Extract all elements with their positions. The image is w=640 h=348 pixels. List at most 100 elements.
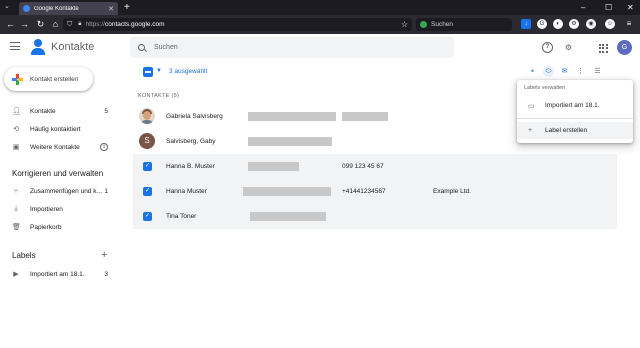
settings-icon[interactable]: ⚙ bbox=[563, 42, 574, 53]
create-contact-label: Kontakt erstellen bbox=[30, 75, 79, 83]
selected-count: 3 ausgewählt bbox=[169, 68, 208, 75]
extension-icon[interactable]: ◐ bbox=[553, 19, 563, 29]
table-row[interactable]: ✓ Hanna B. Muster 099 123 45 67 bbox=[133, 154, 617, 179]
minimize-button[interactable]: – bbox=[581, 2, 585, 13]
browser-search-placeholder: Suchen bbox=[431, 21, 454, 28]
label-menu-item-imported[interactable]: ▭ Importiert am 18.1. bbox=[517, 97, 633, 114]
sidebar-item-label-imported[interactable]: ▶ Importiert am 18.1. 3 bbox=[0, 265, 115, 283]
forward-icon[interactable]: → bbox=[18, 18, 31, 31]
sidebar-item-label: Weitere Kontakte bbox=[30, 143, 80, 151]
search-placeholder: Suchen bbox=[154, 44, 178, 51]
tab-title: Google Kontakte bbox=[34, 5, 79, 12]
sidebar-item-label: Häufig kontaktiert bbox=[30, 125, 81, 133]
address-bar[interactable]: ⛉ 🔒︎ https://contacts.google.com ☆ bbox=[63, 18, 412, 31]
contacts-favicon-icon bbox=[23, 5, 30, 12]
sidebar-item-import[interactable]: ⤓ Importieren bbox=[0, 200, 115, 218]
label-menu-title: Labels verwalten bbox=[524, 85, 566, 91]
label-menu-item-label: Importiert am 18.1. bbox=[545, 102, 600, 109]
contact-photo bbox=[139, 108, 155, 124]
row-checkbox[interactable]: ✓ bbox=[143, 187, 152, 196]
contact-name: Hanna B. Muster bbox=[166, 163, 215, 170]
sidebar-item-other-contacts[interactable]: ▣ Weitere Kontakte i bbox=[0, 138, 115, 156]
tracking-shield-icon[interactable]: ⛉ bbox=[67, 21, 72, 29]
row-checkbox[interactable]: ✓ bbox=[143, 212, 152, 221]
tab-close-icon[interactable]: ✕ bbox=[108, 5, 114, 13]
colorful-plus-icon bbox=[12, 73, 23, 85]
label-manage-icon[interactable]: ⬭ bbox=[543, 66, 554, 77]
browser-search-field[interactable]: Suchen bbox=[416, 18, 512, 31]
trash-icon: 🗑︎ bbox=[12, 224, 21, 231]
tab-list-icon[interactable]: ⌄ bbox=[4, 2, 10, 10]
search-icon[interactable] bbox=[138, 44, 145, 51]
label-menu-item-label: Label erstellen bbox=[545, 127, 588, 134]
info-icon[interactable]: i bbox=[100, 143, 108, 151]
contacts-logo-icon bbox=[31, 39, 45, 55]
contact-phone: 099 123 45 67 bbox=[342, 163, 384, 170]
contact-name: Gabriela Salvisberg bbox=[166, 113, 223, 120]
browser-titlebar: ⌄ Google Kontakte ✕ + – ☐ ✕ bbox=[0, 0, 640, 15]
table-row[interactable]: ✓ Hanna Muster +41441234567 Example Ltd. bbox=[133, 179, 617, 204]
history-icon: ⟲ bbox=[13, 126, 19, 133]
home-icon[interactable]: ⌂ bbox=[49, 18, 62, 31]
contact-name: Hanna Muster bbox=[166, 188, 207, 195]
sidebar-item-label: Importiert am 18.1. bbox=[30, 270, 85, 278]
bookmark-star-icon[interactable]: ☆ bbox=[401, 20, 408, 29]
redacted-email bbox=[248, 137, 332, 146]
sidebar-item-count: 1 bbox=[104, 187, 108, 195]
inbox-icon: ▣ bbox=[12, 144, 20, 151]
browser-tab[interactable]: Google Kontakte ✕ bbox=[19, 2, 118, 15]
extension-icon[interactable]: ⚙ bbox=[569, 19, 579, 29]
list-header: KONTAKTE (5) bbox=[138, 93, 180, 99]
account-icon[interactable]: ☺ bbox=[605, 19, 615, 29]
help-icon[interactable]: ? bbox=[542, 42, 553, 53]
search-engine-icon bbox=[420, 21, 427, 28]
email-icon[interactable]: ✉ bbox=[559, 66, 570, 77]
menu-icon[interactable]: ≡ bbox=[624, 19, 634, 29]
app-header: Kontakte Suchen ? ⚙ G bbox=[0, 34, 640, 62]
extension-icon[interactable]: G bbox=[537, 19, 547, 29]
google-apps-icon[interactable] bbox=[597, 42, 608, 53]
sidebar-item-label: Kontakte bbox=[30, 107, 56, 115]
sidebar-item-count: 3 bbox=[104, 270, 108, 278]
url-prefix: https:// bbox=[85, 21, 105, 28]
downloads-icon[interactable]: ↓ bbox=[521, 19, 531, 29]
maximize-button[interactable]: ☐ bbox=[605, 2, 612, 13]
redacted-email bbox=[248, 162, 299, 171]
url-host: contacts.google.com bbox=[104, 21, 165, 28]
redacted-email bbox=[243, 187, 331, 196]
contact-company: Example Ltd. bbox=[433, 188, 471, 195]
add-label-icon[interactable]: + bbox=[101, 249, 107, 261]
sidebar-item-label: Zusammenfügen und k... bbox=[30, 187, 102, 195]
view-options-icon[interactable]: ☰ bbox=[592, 66, 603, 77]
avatar[interactable]: G bbox=[617, 40, 632, 55]
sidebar-item-trash[interactable]: 🗑︎ Papierkorb bbox=[0, 218, 115, 236]
back-icon[interactable]: ← bbox=[4, 18, 17, 31]
url-text[interactable]: https://contacts.google.com bbox=[85, 21, 164, 28]
browser-navbar: ← → ↻ ⌂ ⛉ 🔒︎ https://contacts.google.com… bbox=[0, 15, 640, 34]
main-menu-icon[interactable] bbox=[10, 42, 20, 53]
section-title-labels: Labels bbox=[12, 251, 36, 260]
label-outline-icon: ▭ bbox=[528, 102, 535, 110]
label-menu: Labels verwalten ▭ Importiert am 18.1. +… bbox=[517, 80, 633, 143]
close-window-button[interactable]: ✕ bbox=[627, 2, 634, 13]
merge-icon: ⑂ bbox=[13, 187, 19, 195]
extension-icon[interactable]: ◉ bbox=[586, 19, 596, 29]
sidebar-item-merge[interactable]: ⑂ Zusammenfügen und k... 1 bbox=[0, 182, 115, 200]
create-contact-button[interactable]: Kontakt erstellen bbox=[4, 67, 93, 91]
lock-icon[interactable]: 🔒︎ bbox=[78, 21, 81, 28]
chevron-down-icon[interactable]: ▼ bbox=[156, 68, 162, 74]
sidebar-item-frequent[interactable]: ⟲ Häufig kontaktiert bbox=[0, 120, 115, 138]
create-label-button[interactable]: + Label erstellen bbox=[517, 122, 633, 139]
person-icon: 👤︎ bbox=[12, 108, 21, 115]
sidebar-item-contacts[interactable]: 👤︎ Kontakte 5 bbox=[0, 102, 115, 120]
table-row[interactable]: ✓ Tina Toner bbox=[133, 204, 617, 229]
search-input[interactable]: Suchen bbox=[130, 37, 454, 58]
more-vert-icon[interactable]: ⋮ bbox=[575, 66, 586, 77]
redacted-phone bbox=[342, 112, 388, 121]
reload-icon[interactable]: ↻ bbox=[34, 18, 47, 31]
section-title-fix: Korrigieren und verwalten bbox=[12, 169, 104, 178]
row-checkbox[interactable]: ✓ bbox=[143, 162, 152, 171]
new-tab-button[interactable]: + bbox=[124, 1, 130, 14]
select-all-checkbox[interactable] bbox=[143, 67, 153, 77]
star-person-icon[interactable]: ⭑ bbox=[527, 66, 538, 77]
